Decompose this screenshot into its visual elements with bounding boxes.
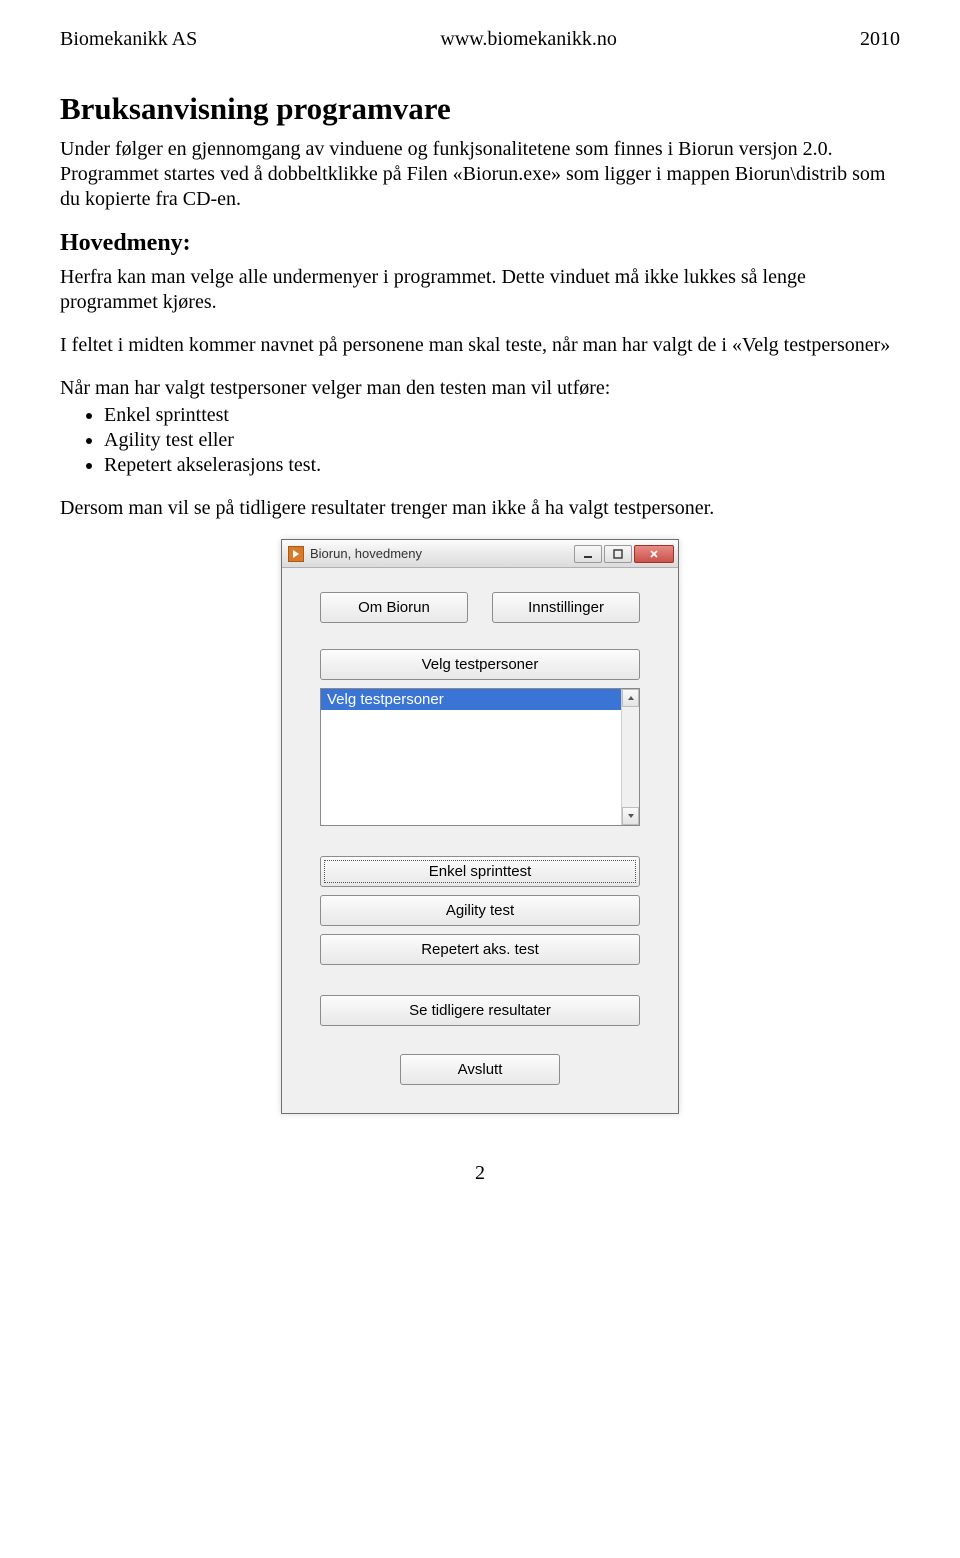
app-icon [288, 546, 304, 562]
page-title: Bruksanvisning programvare [60, 91, 900, 127]
minimize-button[interactable] [574, 545, 602, 563]
close-icon [649, 549, 659, 559]
dialog-container: Biorun, hovedmeny Om Biorun Innstillinge… [60, 539, 900, 1114]
test-list: Enkel sprinttest Agility test eller Repe… [104, 403, 900, 478]
header-center: www.biomekanikk.no [440, 28, 616, 51]
top-button-row: Om Biorun Innstillinger [320, 592, 640, 623]
paragraph-4: Når man har valgt testpersoner velger ma… [60, 376, 900, 401]
paragraph-5: Dersom man vil se på tidligere resultate… [60, 496, 900, 521]
list-item: Agility test eller [104, 428, 900, 453]
minimize-icon [583, 549, 593, 559]
section-hovedmeny: Hovedmeny: [60, 230, 900, 257]
header-right: 2010 [860, 28, 900, 51]
close-button[interactable] [634, 545, 674, 563]
doc-header: Biomekanikk AS www.biomekanikk.no 2010 [60, 28, 900, 51]
list-item: Repetert akselerasjons test. [104, 453, 900, 478]
scroll-up-button[interactable] [622, 689, 639, 707]
window-buttons [572, 545, 674, 563]
page-number: 2 [60, 1162, 900, 1185]
repetert-aks-button[interactable]: Repetert aks. test [320, 934, 640, 965]
biorun-dialog: Biorun, hovedmeny Om Biorun Innstillinge… [281, 539, 679, 1114]
testers-listbox[interactable]: Velg testpersoner [320, 688, 640, 826]
test-button-group: Enkel sprinttest Agility test Repetert a… [320, 856, 640, 965]
chevron-up-icon [627, 694, 635, 702]
dialog-body: Om Biorun Innstillinger Velg testpersone… [282, 568, 678, 1113]
titlebar[interactable]: Biorun, hovedmeny [282, 540, 678, 568]
settings-button[interactable]: Innstillinger [492, 592, 640, 623]
maximize-icon [613, 549, 623, 559]
agility-test-button[interactable]: Agility test [320, 895, 640, 926]
intro-paragraph: Under følger en gjennomgang av vinduene … [60, 137, 900, 212]
maximize-button[interactable] [604, 545, 632, 563]
sprinttest-button[interactable]: Enkel sprinttest [320, 856, 640, 887]
previous-results-button[interactable]: Se tidligere resultater [320, 995, 640, 1026]
quit-button[interactable]: Avslutt [400, 1054, 560, 1085]
listbox-item[interactable]: Velg testpersoner [321, 689, 621, 710]
listbox-items: Velg testpersoner [321, 689, 621, 825]
header-left: Biomekanikk AS [60, 28, 197, 51]
scroll-down-button[interactable] [622, 807, 639, 825]
paragraph-2: Herfra kan man velge alle undermenyer i … [60, 265, 900, 315]
select-testers-button[interactable]: Velg testpersoner [320, 649, 640, 680]
chevron-down-icon [627, 812, 635, 820]
about-button[interactable]: Om Biorun [320, 592, 468, 623]
list-item: Enkel sprinttest [104, 403, 900, 428]
paragraph-3: I feltet i midten kommer navnet på perso… [60, 333, 900, 358]
listbox-scrollbar[interactable] [621, 689, 639, 825]
window-title: Biorun, hovedmeny [310, 546, 572, 561]
